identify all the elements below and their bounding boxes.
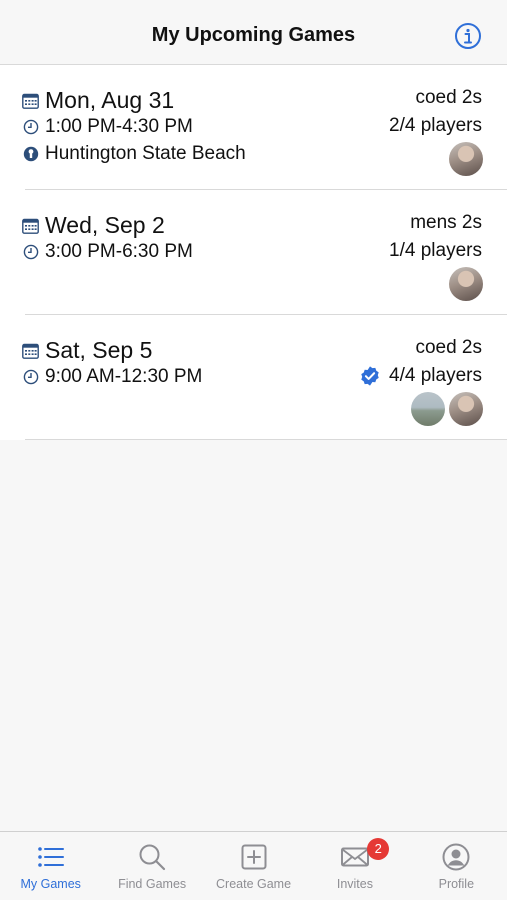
game-time: 3:00 PM-6:30 PM bbox=[45, 241, 193, 262]
nav-bar: My Upcoming Games bbox=[0, 0, 507, 65]
game-row[interactable]: Wed, Sep 2 3:00 PM-6:30 PM mens 2s 1/4 p… bbox=[0, 190, 507, 315]
tab-bar: My Games Find Games Create Game 2 Invite… bbox=[0, 831, 507, 900]
tab-label: My Games bbox=[20, 877, 81, 891]
player-avatars bbox=[411, 392, 483, 426]
game-format: coed 2s bbox=[415, 337, 482, 358]
game-date: Wed, Sep 2 bbox=[45, 212, 165, 238]
game-player-count: 4/4 players bbox=[359, 365, 482, 387]
game-time: 9:00 AM-12:30 PM bbox=[45, 366, 203, 387]
clock-icon bbox=[22, 244, 39, 261]
calendar-icon bbox=[22, 217, 39, 234]
tab-find-games[interactable]: Find Games bbox=[101, 832, 202, 900]
tab-my-games[interactable]: My Games bbox=[0, 832, 101, 900]
player-count-text: 2/4 players bbox=[389, 115, 482, 136]
divider bbox=[25, 439, 507, 440]
invites-badge: 2 bbox=[367, 838, 390, 860]
game-player-count: 2/4 players bbox=[389, 115, 482, 137]
tab-label: Create Game bbox=[216, 877, 292, 891]
search-icon bbox=[139, 844, 166, 871]
list-icon bbox=[37, 847, 64, 867]
game-location: Huntington State Beach bbox=[45, 143, 246, 164]
games-list: Mon, Aug 31 1:00 PM-4:30 PM Huntington S… bbox=[0, 65, 507, 440]
tab-create-game[interactable]: Create Game bbox=[203, 832, 304, 900]
game-format: mens 2s bbox=[410, 212, 482, 233]
game-format: coed 2s bbox=[415, 87, 482, 108]
verified-check-icon bbox=[361, 366, 379, 386]
game-date-row: Sat, Sep 5 bbox=[22, 337, 152, 364]
avatar[interactable] bbox=[449, 142, 483, 176]
tab-invites[interactable]: 2 Invites bbox=[304, 832, 405, 900]
game-date: Sat, Sep 5 bbox=[45, 337, 153, 363]
page-title: My Upcoming Games bbox=[151, 24, 356, 46]
clock-icon bbox=[22, 369, 39, 386]
avatar[interactable] bbox=[449, 267, 483, 301]
tab-profile[interactable]: Profile bbox=[406, 832, 507, 900]
game-date-row: Mon, Aug 31 bbox=[22, 87, 174, 114]
player-avatars bbox=[449, 267, 483, 301]
game-time-row: 9:00 AM-12:30 PM bbox=[22, 366, 202, 388]
info-icon[interactable] bbox=[454, 22, 482, 50]
tab-label: Profile bbox=[438, 877, 475, 891]
calendar-icon bbox=[22, 342, 39, 359]
clock-icon bbox=[22, 119, 39, 136]
avatar[interactable] bbox=[449, 392, 483, 426]
game-date: Mon, Aug 31 bbox=[45, 87, 175, 113]
game-date-row: Wed, Sep 2 bbox=[22, 212, 165, 239]
game-player-count: 1/4 players bbox=[389, 240, 482, 262]
plus-square-icon bbox=[241, 844, 267, 870]
tab-label: Find Games bbox=[118, 877, 187, 891]
envelope-icon bbox=[340, 847, 369, 867]
calendar-icon bbox=[22, 92, 39, 109]
player-count-text: 1/4 players bbox=[389, 240, 482, 261]
person-circle-icon bbox=[442, 843, 470, 871]
tab-label: Invites bbox=[336, 877, 373, 891]
location-pin-icon bbox=[22, 146, 39, 163]
player-count-text: 4/4 players bbox=[389, 365, 482, 386]
game-time-row: 1:00 PM-4:30 PM bbox=[22, 116, 193, 138]
game-time-row: 3:00 PM-6:30 PM bbox=[22, 241, 193, 263]
game-time: 1:00 PM-4:30 PM bbox=[45, 116, 193, 137]
avatar[interactable] bbox=[411, 392, 445, 426]
player-avatars bbox=[449, 142, 483, 176]
game-row[interactable]: Mon, Aug 31 1:00 PM-4:30 PM Huntington S… bbox=[0, 65, 507, 190]
game-row[interactable]: Sat, Sep 5 9:00 AM-12:30 PM coed 2s 4/4 … bbox=[0, 315, 507, 440]
game-location-row: Huntington State Beach bbox=[22, 143, 246, 165]
